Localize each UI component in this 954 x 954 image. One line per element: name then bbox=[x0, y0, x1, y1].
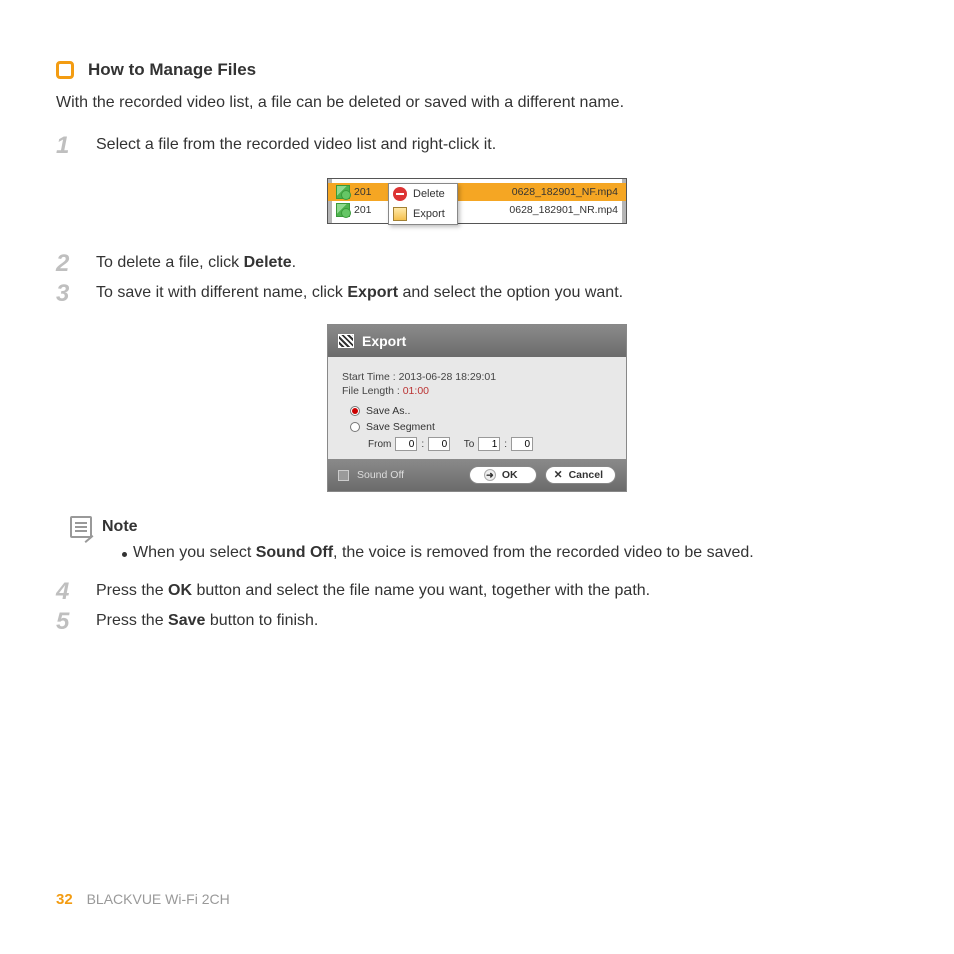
context-menu-export[interactable]: Export bbox=[389, 204, 457, 224]
from-label: From bbox=[368, 439, 391, 450]
heading-text: How to Manage Files bbox=[88, 60, 256, 80]
file-name-part: 201 bbox=[354, 204, 372, 216]
file-list-screenshot: 201 0628_182901_NF.mp4 201 0628_182901_N… bbox=[327, 178, 627, 224]
bullet-icon bbox=[122, 552, 127, 557]
ok-button[interactable]: ➜ OK bbox=[469, 466, 537, 484]
step-5-text: Press the Save button to finish. bbox=[96, 610, 318, 630]
segment-range: From : To : bbox=[368, 437, 612, 451]
option-label: Save As.. bbox=[366, 405, 410, 417]
step-3: 3 To save it with different name, click … bbox=[56, 282, 898, 306]
note-label: Note bbox=[102, 518, 138, 536]
delete-icon bbox=[393, 187, 407, 201]
sound-off-checkbox[interactable] bbox=[338, 470, 349, 481]
context-menu-delete[interactable]: Delete bbox=[389, 184, 457, 204]
export-title: Export bbox=[362, 333, 406, 349]
step-number: 5 bbox=[56, 610, 78, 634]
cancel-button[interactable]: ✕ Cancel bbox=[545, 466, 616, 484]
file-name-part: 0628_182901_NR.mp4 bbox=[509, 204, 618, 216]
step-2-text: To delete a file, click Delete. bbox=[96, 252, 296, 272]
section-heading: How to Manage Files bbox=[56, 60, 898, 80]
export-dialog: Export Start Time : 2013-06-28 18:29:01 … bbox=[327, 324, 627, 492]
intro-text: With the recorded video list, a file can… bbox=[56, 94, 898, 112]
step-5: 5 Press the Save button to finish. bbox=[56, 610, 898, 634]
step-number: 2 bbox=[56, 252, 78, 276]
context-menu: Delete Export bbox=[388, 183, 458, 225]
step-number: 4 bbox=[56, 580, 78, 604]
to-label: To bbox=[464, 439, 475, 450]
file-name-part: 201 bbox=[354, 186, 372, 198]
note-body: When you select Sound Off, the voice is … bbox=[122, 544, 898, 562]
arrow-icon: ➜ bbox=[484, 469, 496, 481]
context-menu-label: Export bbox=[413, 208, 445, 220]
page-footer: 32 BLACKVUE Wi-Fi 2CH bbox=[56, 891, 230, 908]
to-min-input[interactable] bbox=[478, 437, 500, 451]
note-heading: Note bbox=[70, 516, 898, 538]
option-label: Save Segment bbox=[366, 421, 435, 433]
step-1-text: Select a file from the recorded video li… bbox=[96, 134, 496, 154]
note-icon bbox=[70, 516, 92, 538]
step-number: 3 bbox=[56, 282, 78, 306]
to-sec-input[interactable] bbox=[511, 437, 533, 451]
export-header: Export bbox=[328, 325, 626, 357]
from-sec-input[interactable] bbox=[428, 437, 450, 451]
section-bullet-icon bbox=[56, 61, 74, 79]
file-length: File Length : 01:00 bbox=[342, 385, 612, 397]
video-file-icon bbox=[336, 203, 350, 217]
step-3-text: To save it with different name, click Ex… bbox=[96, 282, 623, 302]
clapper-icon bbox=[338, 334, 354, 348]
option-save-as[interactable]: Save As.. bbox=[350, 405, 612, 417]
radio-icon bbox=[350, 422, 360, 432]
sound-off-label: Sound Off bbox=[357, 469, 404, 481]
step-4-text: Press the OK button and select the file … bbox=[96, 580, 650, 600]
export-footer: Sound Off ➜ OK ✕ Cancel bbox=[328, 459, 626, 491]
step-number: 1 bbox=[56, 134, 78, 158]
close-icon: ✕ bbox=[554, 469, 563, 481]
radio-icon bbox=[350, 406, 360, 416]
start-time: Start Time : 2013-06-28 18:29:01 bbox=[342, 371, 612, 383]
from-min-input[interactable] bbox=[395, 437, 417, 451]
video-file-icon bbox=[336, 185, 350, 199]
option-save-segment[interactable]: Save Segment bbox=[350, 421, 612, 433]
cancel-label: Cancel bbox=[569, 469, 603, 481]
ok-label: OK bbox=[502, 469, 518, 481]
step-1: 1 Select a file from the recorded video … bbox=[56, 134, 898, 158]
file-row-selected[interactable]: 201 0628_182901_NF.mp4 bbox=[328, 183, 626, 201]
step-4: 4 Press the OK button and select the fil… bbox=[56, 580, 898, 604]
page-number: 32 bbox=[56, 891, 73, 908]
book-title: BLACKVUE Wi-Fi 2CH bbox=[87, 891, 230, 907]
step-2: 2 To delete a file, click Delete. bbox=[56, 252, 898, 276]
file-name-part: 0628_182901_NF.mp4 bbox=[512, 186, 618, 198]
export-icon bbox=[393, 207, 407, 221]
export-body: Start Time : 2013-06-28 18:29:01 File Le… bbox=[328, 357, 626, 459]
file-row[interactable]: 201 0628_182901_NR.mp4 bbox=[328, 201, 626, 219]
context-menu-label: Delete bbox=[413, 188, 445, 200]
